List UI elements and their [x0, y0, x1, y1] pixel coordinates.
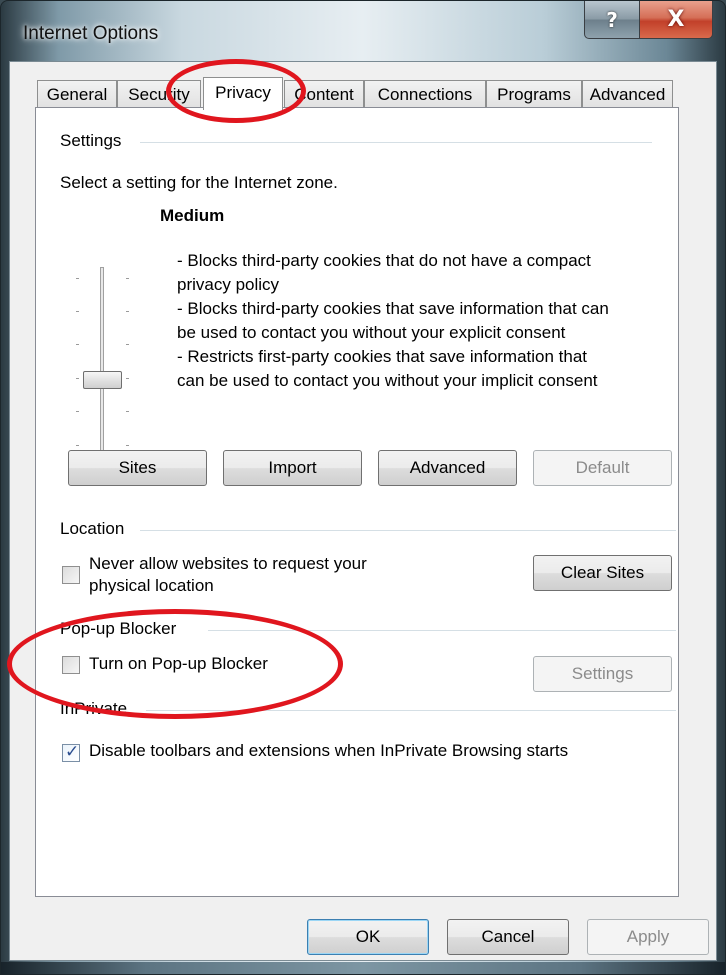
- inprivate-checkbox[interactable]: ✓: [62, 742, 80, 762]
- tab-advanced[interactable]: Advanced: [582, 80, 673, 108]
- tab-content[interactable]: Content: [284, 80, 364, 108]
- slider-tick: [76, 378, 79, 379]
- description-line: - Restricts first-party cookies that sav…: [177, 347, 588, 366]
- ok-button[interactable]: OK: [307, 919, 429, 955]
- slider-tick: [126, 311, 129, 312]
- slider-tick: [76, 278, 79, 279]
- inprivate-group-label: InPrivate: [60, 699, 128, 718]
- close-button[interactable]: X: [639, 1, 713, 39]
- description-line: - Blocks third-party cookies that do not…: [177, 251, 591, 270]
- privacy-panel: Settings Select a setting for the Intern…: [35, 107, 679, 897]
- clear-sites-button[interactable]: Clear Sites: [533, 555, 672, 591]
- popup-settings-button[interactable]: Settings: [533, 656, 672, 692]
- slider-tick: [126, 278, 129, 279]
- window-title: Internet Options: [23, 23, 159, 44]
- slider-tick: [76, 411, 79, 412]
- popup-blocker-checkbox[interactable]: [62, 656, 80, 674]
- location-label-line: Never allow websites to request your: [89, 554, 367, 573]
- slider-tick: [126, 411, 129, 412]
- default-button[interactable]: Default: [533, 450, 672, 486]
- dialog-client-area: General Security Privacy Content Connect…: [9, 61, 717, 961]
- import-button[interactable]: Import: [223, 450, 362, 486]
- location-label-line: physical location: [89, 576, 214, 595]
- slider-tick: [76, 445, 79, 446]
- slider-tick: [126, 344, 129, 345]
- zone-prompt: Select a setting for the Internet zone.: [60, 173, 338, 192]
- help-icon: ?: [606, 7, 618, 32]
- description-line: - Blocks third-party cookies that save i…: [177, 299, 609, 318]
- slider-tick: [126, 445, 129, 446]
- description-line: be used to contact you without your expl…: [177, 323, 566, 342]
- tab-programs[interactable]: Programs: [486, 80, 582, 108]
- close-icon: X: [667, 7, 685, 32]
- popup-blocker-label: Turn on Pop-up Blocker: [89, 654, 268, 673]
- popup-group-label: Pop-up Blocker: [60, 619, 177, 638]
- internet-options-window: Internet Options ? X General Security Pr…: [0, 0, 726, 975]
- popup-divider: [208, 630, 676, 631]
- help-button[interactable]: ?: [584, 1, 640, 39]
- tab-connections[interactable]: Connections: [364, 80, 486, 108]
- tab-privacy[interactable]: Privacy: [203, 77, 283, 110]
- advanced-button[interactable]: Advanced: [378, 450, 517, 486]
- tab-general[interactable]: General: [37, 80, 117, 108]
- cancel-button[interactable]: Cancel: [447, 919, 569, 955]
- inprivate-checkbox-label: Disable toolbars and extensions when InP…: [89, 741, 569, 760]
- location-group-label: Location: [60, 519, 125, 538]
- location-divider: [140, 530, 676, 531]
- slider-track: [100, 267, 104, 459]
- slider-tick: [76, 311, 79, 312]
- window-frame-bottom: [1, 962, 725, 974]
- privacy-level-description: - Blocks third-party cookies that do not…: [177, 249, 677, 393]
- sites-button[interactable]: Sites: [68, 450, 207, 486]
- description-line: privacy policy: [177, 275, 280, 294]
- privacy-level-name: Medium: [160, 206, 225, 225]
- apply-button[interactable]: Apply: [587, 919, 709, 955]
- location-checkbox[interactable]: [62, 566, 80, 584]
- tab-security[interactable]: Security: [117, 80, 201, 108]
- checkmark-icon: ✓: [65, 742, 80, 762]
- settings-group-label: Settings: [60, 131, 122, 150]
- settings-divider: [140, 142, 652, 143]
- description-line: can be used to contact you without your …: [177, 371, 598, 390]
- slider-thumb[interactable]: [83, 371, 122, 389]
- slider-tick: [76, 344, 79, 345]
- inprivate-divider: [146, 710, 676, 711]
- slider-tick: [126, 378, 129, 379]
- location-checkbox-label: Never allow websites to request your phy…: [89, 553, 367, 597]
